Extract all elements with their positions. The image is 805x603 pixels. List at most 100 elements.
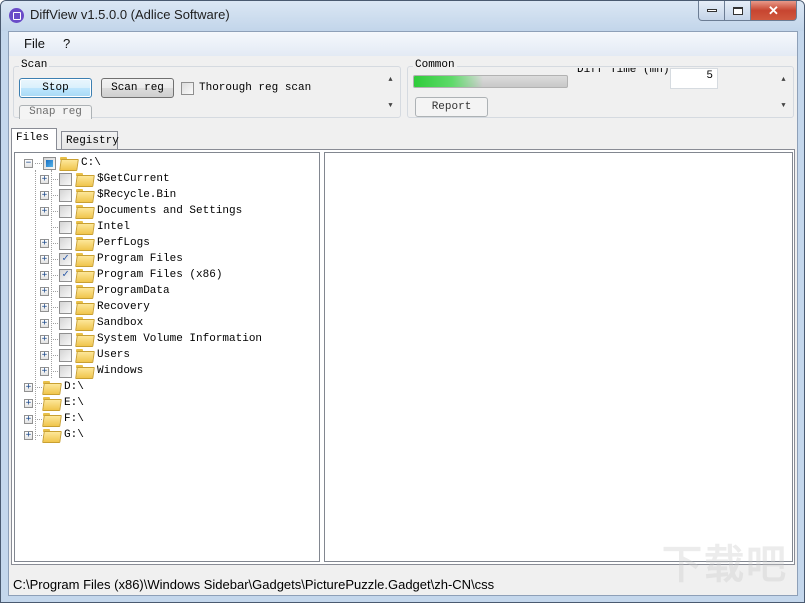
folder-icon (76, 333, 92, 345)
expand-icon[interactable]: + (40, 334, 49, 344)
tree-connector (35, 162, 42, 164)
scroll-down-icon[interactable]: ▼ (382, 102, 399, 110)
scroll-down-icon[interactable]: ▼ (775, 102, 792, 110)
tree-label: Program Files (x86) (97, 269, 223, 281)
tree-node-c[interactable]: − C:\ (24, 155, 101, 171)
tree-node-drive[interactable]: + E:\ (24, 395, 84, 411)
minimize-button[interactable] (698, 1, 725, 21)
scan-group-label: Scan (19, 59, 50, 71)
tree-node[interactable]: + Users (40, 347, 130, 363)
tree-node-drive[interactable]: + D:\ (24, 379, 84, 395)
tree-checkbox[interactable]: ✓ (59, 252, 72, 266)
scroll-up-icon[interactable]: ▲ (775, 76, 792, 84)
tree-checkbox[interactable] (43, 156, 56, 170)
tree-node[interactable]: + System Volume Information (40, 331, 262, 347)
folder-icon (76, 365, 92, 377)
tree-label: D:\ (64, 381, 84, 393)
tree-label: PerfLogs (97, 237, 150, 249)
expand-icon[interactable]: + (40, 190, 49, 200)
tree-connector (51, 290, 58, 292)
scan-group: Scan Stop Scan reg Thorough reg scan Sna… (13, 59, 401, 119)
expand-icon[interactable]: + (24, 430, 33, 440)
thorough-reg-scan-checkbox[interactable] (181, 82, 194, 95)
menu-bar: File ? (9, 32, 797, 56)
expand-icon[interactable]: + (40, 254, 49, 264)
tab-files[interactable]: Files (11, 128, 57, 150)
tree-checkbox[interactable]: ✓ (59, 268, 72, 282)
tree-checkbox[interactable] (59, 172, 72, 186)
tree-checkbox[interactable] (59, 364, 72, 378)
maximize-button[interactable] (725, 1, 751, 21)
expand-icon[interactable]: + (40, 174, 49, 184)
tree-checkbox[interactable] (59, 284, 72, 298)
app-icon (9, 8, 24, 23)
tree-node[interactable]: + ✓ Program Files (40, 251, 183, 267)
menu-file[interactable]: File (24, 36, 45, 51)
tree-node[interactable]: + Recovery (40, 299, 150, 315)
details-pane[interactable] (324, 152, 793, 562)
menu-help[interactable]: ? (63, 36, 70, 51)
tree-checkbox[interactable] (59, 236, 72, 250)
tree-node[interactable]: + Sandbox (40, 315, 143, 331)
tree-label: Recovery (97, 301, 150, 313)
scan-scrollbar[interactable]: ▲ ▼ (382, 72, 399, 116)
snap-reg-button[interactable]: Snap reg (19, 105, 92, 119)
tree-checkbox[interactable] (59, 220, 72, 234)
expand-icon[interactable]: + (40, 238, 49, 248)
tree-node[interactable]: + $Recycle.Bin (40, 187, 176, 203)
tree-checkbox[interactable] (59, 300, 72, 314)
report-button[interactable]: Report (415, 97, 488, 117)
expand-icon[interactable]: + (40, 318, 49, 328)
tree-node[interactable]: + ✓ Program Files (x86) (40, 267, 222, 283)
tree-node[interactable]: + $GetCurrent (40, 171, 170, 187)
scan-reg-button[interactable]: Scan reg (101, 78, 174, 98)
scroll-up-icon[interactable]: ▲ (382, 76, 399, 84)
tree-checkbox[interactable] (59, 188, 72, 202)
tree-checkbox[interactable] (59, 204, 72, 218)
tree-node[interactable]: + Documents and Settings (40, 203, 242, 219)
tree-node[interactable]: + Windows (40, 363, 143, 379)
tree-checkbox[interactable] (59, 316, 72, 330)
folder-icon (76, 317, 92, 329)
expand-icon[interactable]: + (24, 414, 33, 424)
tree-label: G:\ (64, 429, 84, 441)
stop-button[interactable]: Stop (19, 78, 92, 98)
tree-node-drive[interactable]: + F:\ (24, 411, 84, 427)
expand-icon[interactable]: + (40, 366, 49, 376)
expand-icon[interactable]: + (40, 286, 49, 296)
folder-tree[interactable]: − C:\ + $GetCurrent + $Recycle.Bin + Document… (14, 152, 320, 562)
tree-label: Windows (97, 365, 144, 377)
folder-icon (76, 269, 92, 281)
expand-icon[interactable]: + (40, 302, 49, 312)
folder-icon (60, 157, 76, 169)
title-bar[interactable]: DiffView v1.5.0.0 (Adlice Software) ✕ (1, 1, 804, 31)
tab-registry[interactable]: Registry (61, 131, 119, 150)
maximize-icon (732, 6, 743, 15)
tree-checkbox[interactable] (59, 332, 72, 346)
folder-icon (76, 189, 92, 201)
tree-node[interactable]: + ProgramData (40, 283, 170, 299)
folder-icon (76, 205, 92, 217)
tree-checkbox[interactable] (59, 348, 72, 362)
tree-connector (51, 178, 58, 180)
tree-node[interactable]: Intel (40, 219, 130, 235)
folder-icon (76, 253, 92, 265)
common-group-label: Common (413, 59, 457, 71)
tree-node-drive[interactable]: + G:\ (24, 427, 84, 443)
folder-icon (76, 301, 92, 313)
common-scrollbar[interactable]: ▲ ▼ (775, 72, 792, 116)
diff-time-input[interactable]: 5 (670, 68, 718, 89)
tree-connector (51, 274, 58, 276)
expand-icon[interactable]: + (40, 206, 49, 216)
tree-label: $Recycle.Bin (97, 189, 177, 201)
close-button[interactable]: ✕ (751, 1, 797, 21)
tree-node[interactable]: + PerfLogs (40, 235, 150, 251)
expand-icon[interactable]: + (40, 270, 49, 280)
expand-icon[interactable]: + (40, 350, 49, 360)
tree-connector (51, 194, 58, 196)
progress-fill (414, 76, 483, 87)
folder-icon (76, 349, 92, 361)
expand-icon[interactable]: + (24, 398, 33, 408)
collapse-icon[interactable]: − (24, 158, 33, 168)
expand-icon[interactable]: + (24, 382, 33, 392)
